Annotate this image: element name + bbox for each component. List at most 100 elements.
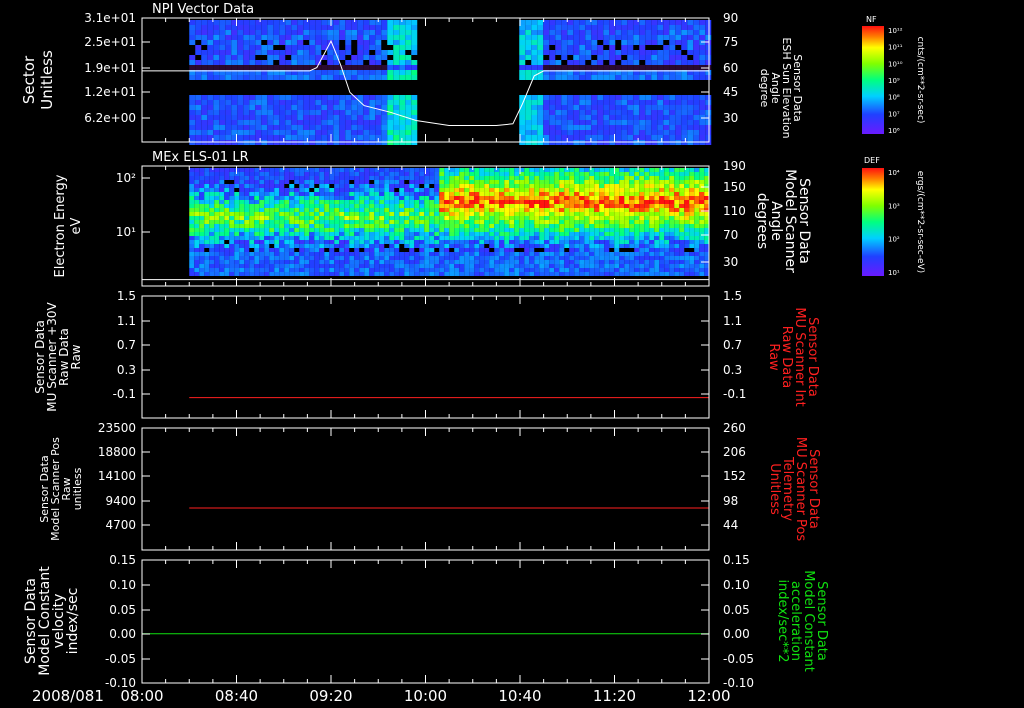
heatmap-cell xyxy=(195,60,202,65)
heatmap-cell xyxy=(639,45,646,50)
heatmap-cell xyxy=(684,184,690,188)
heatmap-cell xyxy=(449,228,455,232)
heatmap-cell xyxy=(411,125,418,130)
heatmap-cell xyxy=(285,135,292,140)
heatmap-cell xyxy=(573,35,580,40)
heatmap-cell xyxy=(629,224,635,228)
heatmap-cell xyxy=(244,180,250,184)
heatmap-cell xyxy=(459,240,465,244)
heatmap-cell xyxy=(225,35,232,40)
heatmap-cell xyxy=(204,196,210,200)
heatmap-cell xyxy=(444,168,450,172)
heatmap-cell xyxy=(444,268,450,272)
heatmap-cell xyxy=(629,232,635,236)
heatmap-cell xyxy=(204,192,210,196)
right-tick-label: 44 xyxy=(723,518,738,532)
heatmap-cell xyxy=(464,176,470,180)
heatmap-cell xyxy=(484,172,490,176)
heatmap-cell xyxy=(284,200,290,204)
heatmap-cell xyxy=(615,50,622,55)
heatmap-cell xyxy=(393,45,400,50)
heatmap-cell xyxy=(619,180,625,184)
heatmap-cell xyxy=(294,208,300,212)
heatmap-cell xyxy=(429,244,435,248)
left-axis-titles: Sector Unitless Electron Energy eV Senso… xyxy=(20,50,84,676)
heatmap-cell xyxy=(219,110,226,115)
heatmap-cell xyxy=(284,212,290,216)
heatmap-cell xyxy=(454,264,460,268)
heatmap-cell xyxy=(654,272,660,276)
right-tick-label: 190 xyxy=(723,159,746,173)
right-tick-label: 90 xyxy=(723,11,738,25)
heatmap-cell xyxy=(304,200,310,204)
heatmap-cell xyxy=(189,65,196,70)
heatmap-cell xyxy=(274,236,280,240)
heatmap-cell xyxy=(429,168,435,172)
heatmap-cell xyxy=(614,188,620,192)
heatmap-cell xyxy=(525,20,532,25)
heatmap-cell xyxy=(651,130,658,135)
colorbar-tick-label: 10¹² xyxy=(888,27,903,35)
heatmap-cell xyxy=(381,135,388,140)
heatmap-cell xyxy=(264,184,270,188)
heatmap-cell xyxy=(199,180,205,184)
heatmap-cell xyxy=(234,176,240,180)
heatmap-cell xyxy=(269,192,275,196)
heatmap-cell xyxy=(594,180,600,184)
heatmap-cell xyxy=(489,228,495,232)
heatmap-cell xyxy=(364,196,370,200)
heatmap-cell xyxy=(375,65,382,70)
right-tick-label: 45 xyxy=(723,85,738,99)
heatmap-cell xyxy=(259,200,265,204)
heatmap-cell xyxy=(689,272,695,276)
heatmap-cell xyxy=(564,228,570,232)
heatmap-cell xyxy=(555,115,562,120)
heatmap-cell xyxy=(309,130,316,135)
heatmap-cell xyxy=(679,188,685,192)
heatmap-cell xyxy=(649,200,655,204)
heatmap-cell xyxy=(291,20,298,25)
heatmap-cell xyxy=(279,75,286,80)
heatmap-cell xyxy=(244,240,250,244)
heatmap-cell xyxy=(319,244,325,248)
heatmap-cell xyxy=(405,20,412,25)
heatmap-cell xyxy=(237,45,244,50)
heatmap-cell xyxy=(594,196,600,200)
heatmap-cell xyxy=(664,244,670,248)
heatmap-cell xyxy=(509,204,515,208)
heatmap-cell xyxy=(579,130,586,135)
heatmap-cell xyxy=(339,176,345,180)
heatmap-cell xyxy=(339,224,345,228)
heatmap-cell xyxy=(419,232,425,236)
heatmap-cell xyxy=(239,248,245,252)
heatmap-cell xyxy=(567,25,574,30)
heatmap-cell xyxy=(319,208,325,212)
heatmap-cell xyxy=(261,120,268,125)
heatmap-cell xyxy=(394,172,400,176)
heatmap-cell xyxy=(549,55,556,60)
heatmap-cell xyxy=(489,204,495,208)
heatmap-cell xyxy=(567,40,574,45)
heatmap-cell xyxy=(659,248,665,252)
heatmap-cell xyxy=(639,268,645,272)
heatmap-cell xyxy=(699,168,705,172)
heatmap-cell xyxy=(621,65,628,70)
heatmap-cell xyxy=(339,256,345,260)
heatmap-cell xyxy=(285,60,292,65)
heatmap-cell xyxy=(597,110,604,115)
heatmap-cell xyxy=(374,180,380,184)
heatmap-cell xyxy=(499,204,505,208)
heatmap-cell xyxy=(639,228,645,232)
heatmap-cell xyxy=(399,272,405,276)
heatmap-cell xyxy=(624,268,630,272)
heatmap-cell xyxy=(224,248,230,252)
heatmap-cell xyxy=(234,236,240,240)
heatmap-cell xyxy=(669,40,676,45)
heatmap-cell xyxy=(459,168,465,172)
heatmap-cell xyxy=(669,130,676,135)
heatmap-cell xyxy=(699,75,706,80)
heatmap-cell xyxy=(529,268,535,272)
heatmap-cell xyxy=(564,204,570,208)
heatmap-cell xyxy=(657,110,664,115)
heatmap-cell xyxy=(389,176,395,180)
